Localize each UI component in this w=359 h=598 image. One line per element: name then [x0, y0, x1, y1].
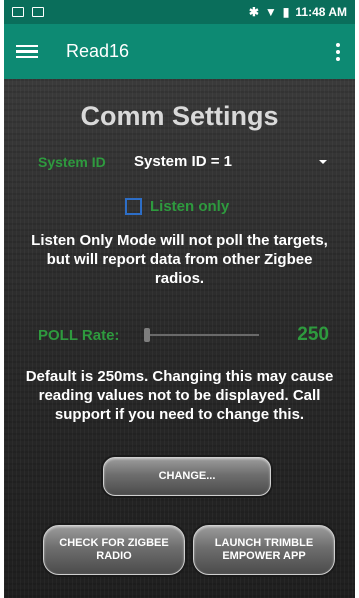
status-time: 11:48 AM: [295, 5, 347, 19]
battery-icon: ▮: [282, 5, 290, 19]
slider-track: [148, 334, 259, 336]
wifi-icon: ▼: [264, 5, 277, 19]
poll-rate-note: Default is 250ms. Changing this may caus…: [25, 368, 334, 423]
dropdown-arrow-icon[interactable]: [319, 159, 327, 164]
cast-icon: [32, 7, 44, 17]
content-area: Comm Settings System ID System ID = 1 Li…: [4, 79, 355, 598]
status-right: ✱ ▼ ▮ 11:48 AM: [249, 5, 347, 19]
listen-only-checkbox[interactable]: [125, 198, 142, 215]
change-button[interactable]: CHANGE...: [103, 457, 271, 496]
launch-trimble-empower-button[interactable]: LAUNCH TRIMBLE EMPOWER APP: [193, 525, 335, 575]
phone-screen: ✱ ▼ ▮ 11:48 AM Read16 Comm Settings Syst…: [4, 0, 355, 598]
poll-rate-row: POLL Rate: 250: [38, 324, 329, 346]
status-bar: ✱ ▼ ▮ 11:48 AM: [4, 0, 355, 24]
listen-only-label[interactable]: Listen only: [150, 198, 229, 215]
status-left-icons: [12, 7, 44, 17]
system-id-label: System ID: [38, 153, 106, 170]
poll-rate-label: POLL Rate:: [38, 326, 120, 344]
check-zigbee-radio-button[interactable]: CHECK FOR ZIGBEE RADIO: [43, 525, 185, 575]
listen-only-note: Listen Only Mode will not poll the targe…: [31, 232, 328, 287]
poll-rate-slider[interactable]: [142, 325, 285, 345]
app-title: Read16: [66, 41, 130, 61]
image-icon: [12, 7, 24, 17]
page-title: Comm Settings: [80, 101, 279, 131]
system-id-dropdown[interactable]: System ID = 1: [134, 153, 319, 170]
overflow-menu-icon[interactable]: [333, 42, 343, 61]
bluetooth-icon: ✱: [248, 5, 259, 19]
system-id-row: System ID System ID = 1: [38, 153, 327, 170]
app-bar: Read16: [4, 24, 355, 79]
listen-only-row: Listen only: [125, 198, 229, 215]
slider-thumb[interactable]: [144, 328, 150, 342]
poll-rate-value: 250: [297, 324, 329, 345]
hamburger-menu-icon[interactable]: [16, 42, 38, 62]
